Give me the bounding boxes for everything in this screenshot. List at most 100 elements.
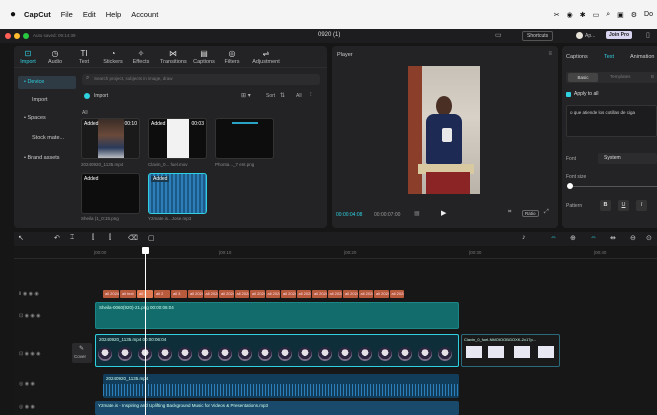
media-thumbnail-image-1[interactable]: [215, 118, 274, 159]
playhead-handle[interactable]: [142, 247, 149, 254]
media-thumbnail-image-2[interactable]: Added: [81, 173, 140, 214]
underline-button[interactable]: U: [618, 200, 629, 211]
font-size-slider-handle[interactable]: [567, 183, 573, 189]
caption-chip[interactable]: all 3: [171, 290, 187, 298]
caption-chip[interactable]: all 2024: [358, 290, 373, 298]
view-toggle-icon[interactable]: ⊞ ▾: [241, 92, 251, 99]
caption-chip[interactable]: all 2024: [296, 290, 311, 298]
caption-chip[interactable]: all 2024: [281, 290, 296, 298]
audio-clip-2[interactable]: Y2mate.is - Inspiring and Uplifting Back…: [95, 401, 459, 415]
tab-adjustment[interactable]: ⇌ Adjustment: [250, 49, 282, 65]
split-right-icon[interactable]: ⫿: [109, 234, 111, 242]
tab-effects[interactable]: ✧ Effects: [128, 49, 154, 65]
tab-captions-props[interactable]: Captions: [566, 54, 588, 60]
subtab-bubble[interactable]: B: [651, 74, 654, 79]
media-search-field[interactable]: ⌕ Search project, subjects in image, dra…: [82, 74, 320, 85]
panel-layout-icon[interactable]: ▯: [646, 31, 650, 39]
menu-help[interactable]: Help: [106, 10, 121, 19]
zoom-window-button[interactable]: [23, 33, 29, 39]
delete-icon[interactable]: ⌫: [128, 234, 138, 242]
font-select[interactable]: System: [598, 153, 657, 164]
caption-chip[interactable]: all 2024: [374, 290, 389, 298]
play-button[interactable]: ▶: [441, 209, 446, 217]
player-menu-icon[interactable]: ≡: [548, 51, 552, 57]
bluetooth-icon[interactable]: ✱: [580, 11, 586, 19]
link-icon[interactable]: ⇔: [550, 234, 557, 241]
menu-file[interactable]: File: [61, 10, 73, 19]
tab-animation-props[interactable]: Animation: [630, 54, 654, 60]
media-thumbnail-video-1[interactable]: Added 00:10: [81, 118, 140, 159]
import-media-button[interactable]: Import: [94, 93, 108, 99]
shortcuts-button[interactable]: Shortcuts: [522, 31, 554, 41]
caption-chip[interactable]: all 2024: [312, 290, 327, 298]
tab-captions[interactable]: ▤ Captions: [191, 49, 217, 65]
apple-icon[interactable]: ●: [10, 9, 16, 20]
media-thumbnail-video-2[interactable]: Added 00:03: [148, 118, 207, 159]
import-media-icon[interactable]: [84, 93, 90, 99]
menu-edit[interactable]: Edit: [83, 10, 96, 19]
snap-icon[interactable]: ⇔: [590, 234, 597, 241]
tab-text[interactable]: TI Text: [71, 49, 97, 65]
fit-icon[interactable]: ⌗: [508, 209, 511, 216]
settings-icon[interactable]: ⚙: [631, 11, 637, 19]
crop-icon[interactable]: ▢: [148, 234, 155, 242]
all-filter-button[interactable]: All: [296, 93, 302, 99]
undo-icon[interactable]: ↶: [54, 234, 60, 242]
secondary-video-clip[interactable]: Clavin_0_fuel-NMOIOOBGOXK-2x17p...: [461, 334, 560, 367]
italic-button[interactable]: I: [636, 200, 647, 211]
caption-chip[interactable]: all 2024: [389, 290, 404, 298]
caption-chip[interactable]: all text: [120, 290, 136, 298]
tab-stickers[interactable]: ◔ Stickers: [100, 49, 126, 65]
cover-button[interactable]: ✎ Cover: [72, 343, 92, 363]
layout-icon[interactable]: ▭: [495, 31, 502, 39]
playhead[interactable]: [145, 247, 146, 415]
overlay-image-clip[interactable]: Sheila-0060(920)-21.png 00:00:06:04: [95, 302, 459, 329]
magnet-icon[interactable]: ⊕: [570, 234, 576, 242]
caption-chip[interactable]: all 2024: [188, 290, 203, 298]
subtab-templates[interactable]: Templates: [610, 74, 631, 79]
filter-icon[interactable]: ⫶: [310, 92, 312, 99]
tab-text-props[interactable]: Text: [604, 54, 614, 60]
audio-clip-1[interactable]: 20240920_1135.mp4: [103, 374, 459, 398]
sort-icon[interactable]: ⇅: [280, 92, 285, 99]
close-window-button[interactable]: [5, 33, 11, 39]
capcut-tray-icon[interactable]: ✂: [554, 11, 560, 19]
battery-icon[interactable]: ▭: [593, 11, 600, 19]
search-icon[interactable]: ⌕: [606, 11, 610, 19]
sidebar-item-stock-material[interactable]: Stock mate...: [18, 132, 76, 145]
sidebar-item-spaces[interactable]: • Spaces: [18, 112, 76, 125]
menu-account[interactable]: Account: [131, 10, 158, 19]
record-icon[interactable]: ◉: [567, 11, 573, 19]
caption-chip[interactable]: all 2024: [103, 290, 119, 298]
sidebar-item-device[interactable]: • Device: [18, 76, 76, 89]
caption-chip[interactable]: all 2024: [219, 290, 234, 298]
screen-icon[interactable]: ▣: [617, 11, 624, 19]
select-tool-icon[interactable]: ↖: [18, 234, 24, 242]
caption-chip[interactable]: all 2: [154, 290, 170, 298]
sidebar-item-import[interactable]: Import: [18, 94, 76, 107]
ratio-button[interactable]: Ratio: [522, 210, 539, 217]
preview-axis-icon[interactable]: ⇹: [610, 234, 616, 242]
sidebar-item-brand-assets[interactable]: • Brand assets: [18, 152, 76, 165]
split-icon[interactable]: ⌶: [70, 234, 74, 242]
zoom-fit-icon[interactable]: ⊙: [646, 234, 652, 242]
media-thumbnail-audio[interactable]: Added: [148, 173, 207, 214]
timecode-toggle-icon[interactable]: ▦: [414, 210, 420, 217]
minimize-window-button[interactable]: [14, 33, 20, 39]
tab-transitions[interactable]: ⋈ Transitions: [160, 49, 187, 65]
subtab-basic[interactable]: Basic: [568, 73, 598, 82]
sort-button[interactable]: Sort: [266, 93, 275, 99]
caption-chip[interactable]: all 2024: [250, 290, 265, 298]
split-left-icon[interactable]: ⫿: [92, 234, 94, 242]
tab-audio[interactable]: ◷ Audio: [42, 49, 68, 65]
tab-filters[interactable]: ◎ Filters: [219, 49, 245, 65]
caption-chip[interactable]: all 2024: [327, 290, 342, 298]
caption-chip[interactable]: all 2024: [234, 290, 249, 298]
apply-all-checkbox[interactable]: [566, 92, 571, 97]
bold-button[interactable]: B: [600, 200, 611, 211]
mic-icon[interactable]: ♪: [522, 234, 526, 241]
caption-chip[interactable]: all 2024: [203, 290, 218, 298]
tab-import[interactable]: ⊡ Import: [15, 49, 41, 65]
caption-chip[interactable]: all 2024: [343, 290, 358, 298]
caption-chip[interactable]: all 2024: [265, 290, 280, 298]
